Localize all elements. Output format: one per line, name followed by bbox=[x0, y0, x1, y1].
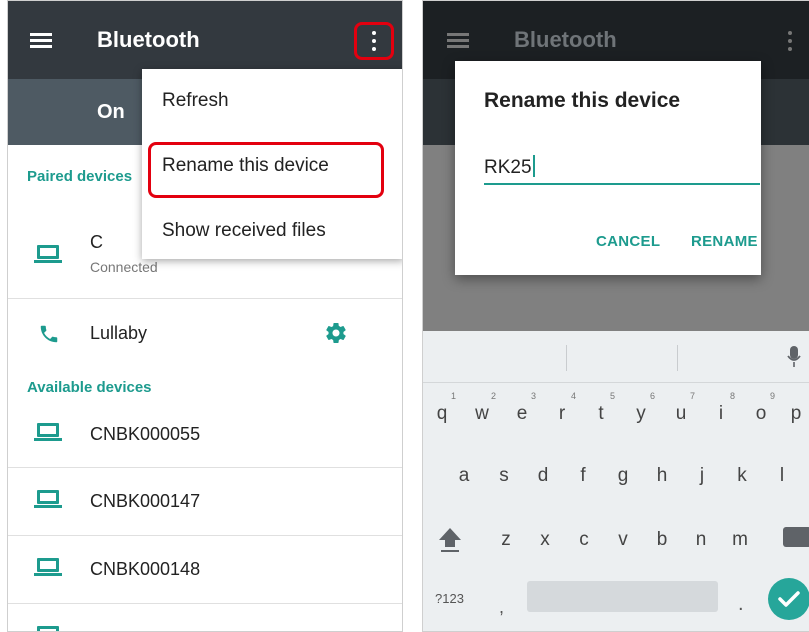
key-o[interactable]: o9 bbox=[751, 391, 775, 425]
paired-devices-header: Paired devices bbox=[27, 168, 133, 185]
key-g[interactable]: g bbox=[613, 465, 633, 487]
space-bar[interactable] bbox=[527, 581, 718, 612]
period-key[interactable]: . bbox=[738, 593, 744, 616]
cancel-button[interactable]: CANCEL bbox=[596, 233, 660, 250]
hamburger-menu-icon bbox=[447, 33, 469, 49]
key-z[interactable]: z bbox=[496, 529, 516, 551]
rename-dialog: Rename this device RK25 CANCEL RENAME bbox=[455, 61, 761, 275]
check-icon bbox=[778, 591, 800, 607]
available-device-row[interactable]: CNBK000147 bbox=[8, 468, 402, 534]
more-vert-icon bbox=[372, 31, 376, 35]
device-name-value: RK25 bbox=[484, 157, 532, 178]
device-name: CNBK000147 bbox=[90, 491, 201, 511]
laptop-icon bbox=[34, 245, 62, 265]
phone-icon bbox=[40, 325, 58, 343]
key-v[interactable]: v bbox=[613, 529, 633, 551]
key-a[interactable]: a bbox=[454, 465, 474, 487]
key-s[interactable]: s bbox=[494, 465, 514, 487]
overflow-menu-button[interactable] bbox=[354, 22, 394, 60]
key-l[interactable]: l bbox=[772, 465, 792, 487]
paired-device-row[interactable]: Lullaby bbox=[8, 301, 402, 367]
device-status: Connected bbox=[90, 259, 158, 275]
key-d[interactable]: d bbox=[533, 465, 553, 487]
dialog-title: Rename this device bbox=[484, 89, 681, 112]
text-cursor bbox=[532, 155, 535, 177]
laptop-icon bbox=[34, 423, 62, 443]
device-name: CNBK000148 bbox=[90, 559, 201, 579]
menu-item-received-files[interactable]: Show received files bbox=[162, 220, 326, 242]
key-h[interactable]: h bbox=[652, 465, 672, 487]
menu-item-refresh[interactable]: Refresh bbox=[162, 90, 229, 112]
gear-icon[interactable] bbox=[324, 321, 348, 345]
enter-key[interactable] bbox=[768, 578, 809, 620]
device-name: Lullaby bbox=[90, 323, 148, 343]
key-t[interactable]: t5 bbox=[591, 391, 615, 425]
key-e[interactable]: e3 bbox=[512, 391, 536, 425]
available-device-row[interactable]: CNBK000148 bbox=[8, 536, 402, 602]
key-w[interactable]: w2 bbox=[472, 391, 496, 425]
rename-button[interactable]: RENAME bbox=[691, 233, 758, 250]
key-x[interactable]: x bbox=[535, 529, 555, 551]
key-b[interactable]: b bbox=[652, 529, 672, 551]
device-name: C bbox=[90, 232, 103, 252]
key-m[interactable]: m bbox=[730, 529, 750, 551]
overflow-popup-menu: Refresh Rename this device Show received… bbox=[142, 69, 402, 259]
menu-item-rename[interactable]: Rename this device bbox=[162, 155, 329, 177]
key-i[interactable]: i8 bbox=[711, 391, 735, 425]
laptop-icon bbox=[34, 558, 62, 578]
app-title: Bluetooth bbox=[514, 27, 617, 52]
shift-icon[interactable] bbox=[437, 525, 463, 553]
laptop-icon bbox=[34, 626, 62, 631]
microphone-icon[interactable] bbox=[787, 345, 801, 369]
hamburger-menu-icon[interactable] bbox=[30, 33, 52, 49]
backspace-icon[interactable] bbox=[783, 527, 809, 547]
comma-key[interactable]: , bbox=[499, 597, 504, 618]
key-j[interactable]: j bbox=[692, 465, 712, 487]
key-c[interactable]: c bbox=[574, 529, 594, 551]
key-p[interactable]: p bbox=[786, 403, 806, 425]
key-f[interactable]: f bbox=[573, 465, 593, 487]
available-device-row[interactable] bbox=[8, 604, 402, 631]
key-k[interactable]: k bbox=[732, 465, 752, 487]
laptop-icon bbox=[34, 490, 62, 510]
app-bar: Bluetooth bbox=[8, 1, 402, 79]
soft-keyboard: q1 w2 e3 r4 t5 y6 u7 i8 o9 p a s d f g h… bbox=[423, 331, 809, 631]
symbols-key[interactable]: ?123 bbox=[435, 591, 464, 606]
device-name-input[interactable]: RK25 bbox=[484, 151, 760, 185]
rename-dialog-screen: Bluetooth Rename this device RK25 CANCEL… bbox=[422, 0, 809, 632]
suggestion-strip bbox=[423, 331, 809, 383]
key-n[interactable]: n bbox=[691, 529, 711, 551]
bluetooth-status-label: On bbox=[97, 101, 125, 123]
key-y[interactable]: y6 bbox=[631, 391, 655, 425]
divider bbox=[8, 298, 402, 299]
bluetooth-settings-screen: Bluetooth On Paired devices C Connected … bbox=[7, 0, 403, 632]
key-q[interactable]: q1 bbox=[432, 391, 456, 425]
key-r[interactable]: r4 bbox=[552, 391, 576, 425]
device-name: CNBK000055 bbox=[90, 424, 201, 444]
available-device-row[interactable]: CNBK000055 bbox=[8, 401, 402, 467]
app-title: Bluetooth bbox=[97, 27, 200, 52]
key-u[interactable]: u7 bbox=[671, 391, 695, 425]
available-devices-header: Available devices bbox=[27, 379, 152, 396]
